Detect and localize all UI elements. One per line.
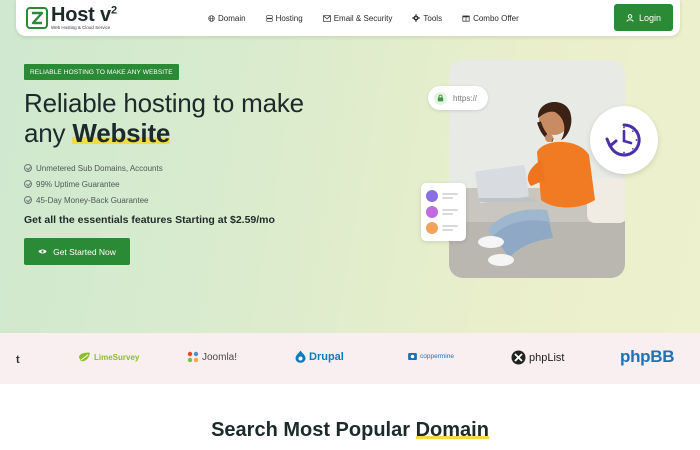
nav-label: Tools (423, 13, 443, 23)
check-circle-icon (24, 180, 32, 188)
search-domain-heading: Search Most Popular Domain (0, 419, 700, 442)
brand-logo[interactable]: Host v2 Web Hosting & Cloud Service (26, 5, 156, 31)
nav-menu: Domain Hosting Email & Security Tools Co… (208, 14, 539, 23)
nav-item-hosting[interactable]: Hosting (265, 13, 303, 23)
eye-icon (38, 249, 47, 254)
price-line: Get all the essentials features Starting… (24, 214, 275, 226)
nav-label: Domain (218, 13, 246, 23)
card-row (426, 204, 461, 220)
settings-circle-icon (426, 206, 438, 218)
partner-name: phpList (529, 351, 565, 364)
user-circle-icon (426, 190, 438, 202)
login-button[interactable]: Login (614, 4, 673, 31)
joomla-icon (187, 351, 199, 363)
check-circle-icon (24, 196, 32, 204)
nav-item-tools[interactable]: Tools (412, 14, 442, 23)
user-icon (626, 13, 634, 22)
section-title-highlight: Domain (415, 419, 489, 441)
feature-item: 99% Uptime Guarantee (24, 176, 163, 192)
check-circle-icon (24, 164, 32, 172)
hero-badge: RELIABLE HOSTING TO MAKE ANY WEBSITE (24, 64, 179, 80)
section-title-prefix: Search Most Popular (211, 419, 416, 441)
server-icon (265, 14, 273, 22)
feature-text: Unmetered Sub Domains, Accounts (36, 163, 163, 173)
partner-logo-phpbb[interactable]: phpBB (620, 347, 675, 367)
nav-item-domain[interactable]: Domain (208, 14, 246, 23)
feature-item: 45-Day Money-Back Guarantee (24, 192, 163, 208)
https-badge: https:// (428, 86, 488, 110)
feature-text: 45-Day Money-Back Guarantee (36, 195, 149, 205)
cta-label: Get Started Now (53, 246, 116, 257)
gift-icon (462, 15, 470, 22)
https-label: https:// (453, 93, 478, 103)
partner-name: coppermine (420, 353, 454, 360)
nav-item-combo-offer[interactable]: Combo Offer (462, 14, 519, 23)
feature-item: Unmetered Sub Domains, Accounts (24, 160, 163, 176)
nav-item-email-security[interactable]: Email & Security (322, 13, 393, 23)
lock-icon (434, 91, 447, 105)
feature-text: 99% Uptime Guarantee (36, 179, 120, 189)
partner-name: phpBB (620, 347, 675, 366)
envelope-icon (322, 14, 331, 22)
headline-line-1: Reliable hosting to make (24, 88, 304, 118)
partner-name: LimeSurvey (94, 353, 140, 362)
partner-logo-limesurvey[interactable]: LimeSurvey (78, 352, 139, 363)
partner-name: Joomla! (202, 351, 238, 363)
get-started-button[interactable]: Get Started Now (24, 238, 130, 265)
headline-line-2-prefix: any (24, 118, 73, 148)
login-label: Login (638, 12, 662, 23)
partner-logo-coppermine[interactable]: coppermine (408, 353, 454, 360)
nav-label: Combo Offer (473, 13, 519, 23)
settings-list-card (421, 183, 466, 241)
feature-list: Unmetered Sub Domains, Accounts 99% Upti… (24, 160, 163, 208)
brand-name: Host v2 (51, 4, 117, 27)
partner-logo-joomla[interactable]: Joomla! (187, 351, 237, 363)
logo-z-icon (26, 7, 48, 29)
brand-tagline: Web Hosting & Cloud Service (51, 25, 111, 31)
partner-logo-drupal[interactable]: Drupal (295, 350, 344, 363)
limesurvey-icon (79, 352, 90, 362)
card-row (426, 220, 461, 236)
hero-headline: Reliable hosting to make any Website (24, 88, 304, 148)
coppermine-icon (408, 353, 417, 360)
globe-icon (208, 14, 215, 22)
partner-logo-strip: t LimeSurvey Joomla! Drupal coppermine p… (0, 333, 700, 384)
clock-refresh-icon (590, 106, 658, 174)
partner-logo-partial: t (16, 354, 20, 366)
nav-label: Hosting (275, 13, 303, 23)
partner-name: Drupal (309, 350, 344, 363)
headline-highlight: Website (72, 118, 171, 148)
phplist-icon (511, 350, 526, 365)
partner-logo-phplist[interactable]: phpList (511, 350, 564, 365)
top-navbar: Host v2 Web Hosting & Cloud Service Doma… (16, 0, 680, 36)
nav-label: Email & Security (333, 13, 393, 23)
drupal-drop-icon (295, 350, 306, 363)
card-row (426, 188, 461, 204)
gear-icon (412, 14, 421, 22)
mail-circle-icon (426, 222, 438, 234)
